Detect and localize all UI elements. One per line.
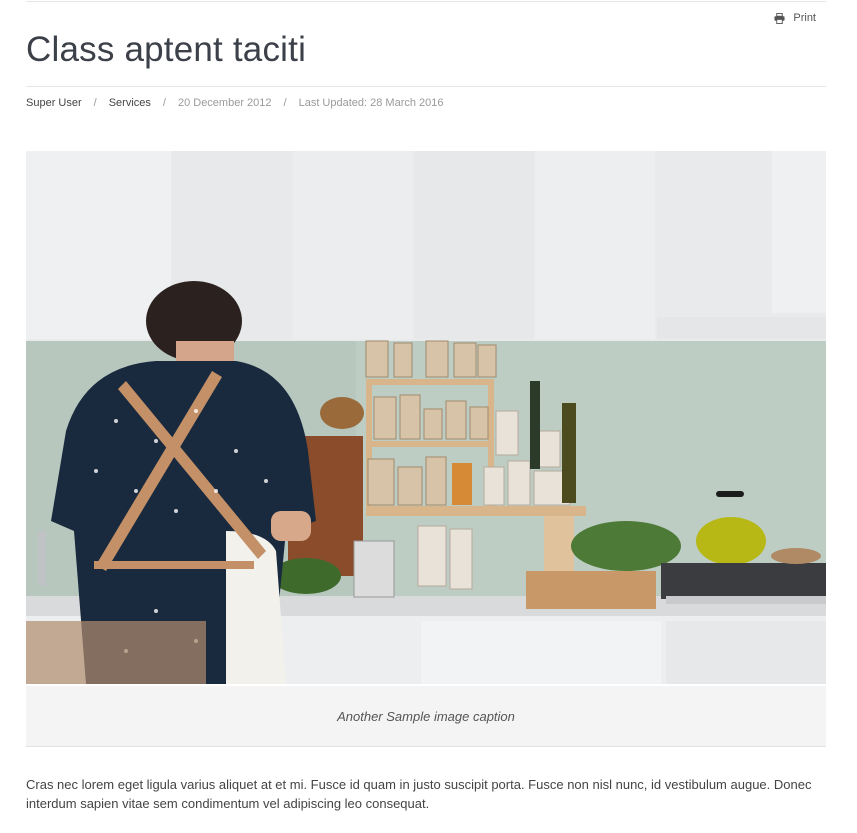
image-caption: Another Sample image caption <box>26 684 826 747</box>
article-title: Class aptent taciti <box>26 30 307 69</box>
title-divider <box>26 86 826 87</box>
meta-author: Super User <box>26 97 82 109</box>
print-label: Print <box>793 12 816 24</box>
printer-icon <box>774 12 785 24</box>
meta-updated-date: Last Updated: 28 March 2016 <box>298 97 444 109</box>
article-meta: Super User / Services / 20 December 2012… <box>26 97 444 109</box>
meta-separator: / <box>283 97 287 109</box>
meta-published-date: 20 December 2012 <box>177 97 272 109</box>
top-divider <box>26 1 826 2</box>
article-figure: Another Sample image caption <box>26 151 826 747</box>
meta-separator: / <box>162 97 166 109</box>
meta-category-link[interactable]: Services <box>109 97 151 109</box>
meta-separator: / <box>93 97 97 109</box>
print-button[interactable]: Print <box>774 12 816 24</box>
article-image <box>26 151 826 684</box>
article-paragraph: Cras nec lorem eget ligula varius alique… <box>26 777 812 811</box>
